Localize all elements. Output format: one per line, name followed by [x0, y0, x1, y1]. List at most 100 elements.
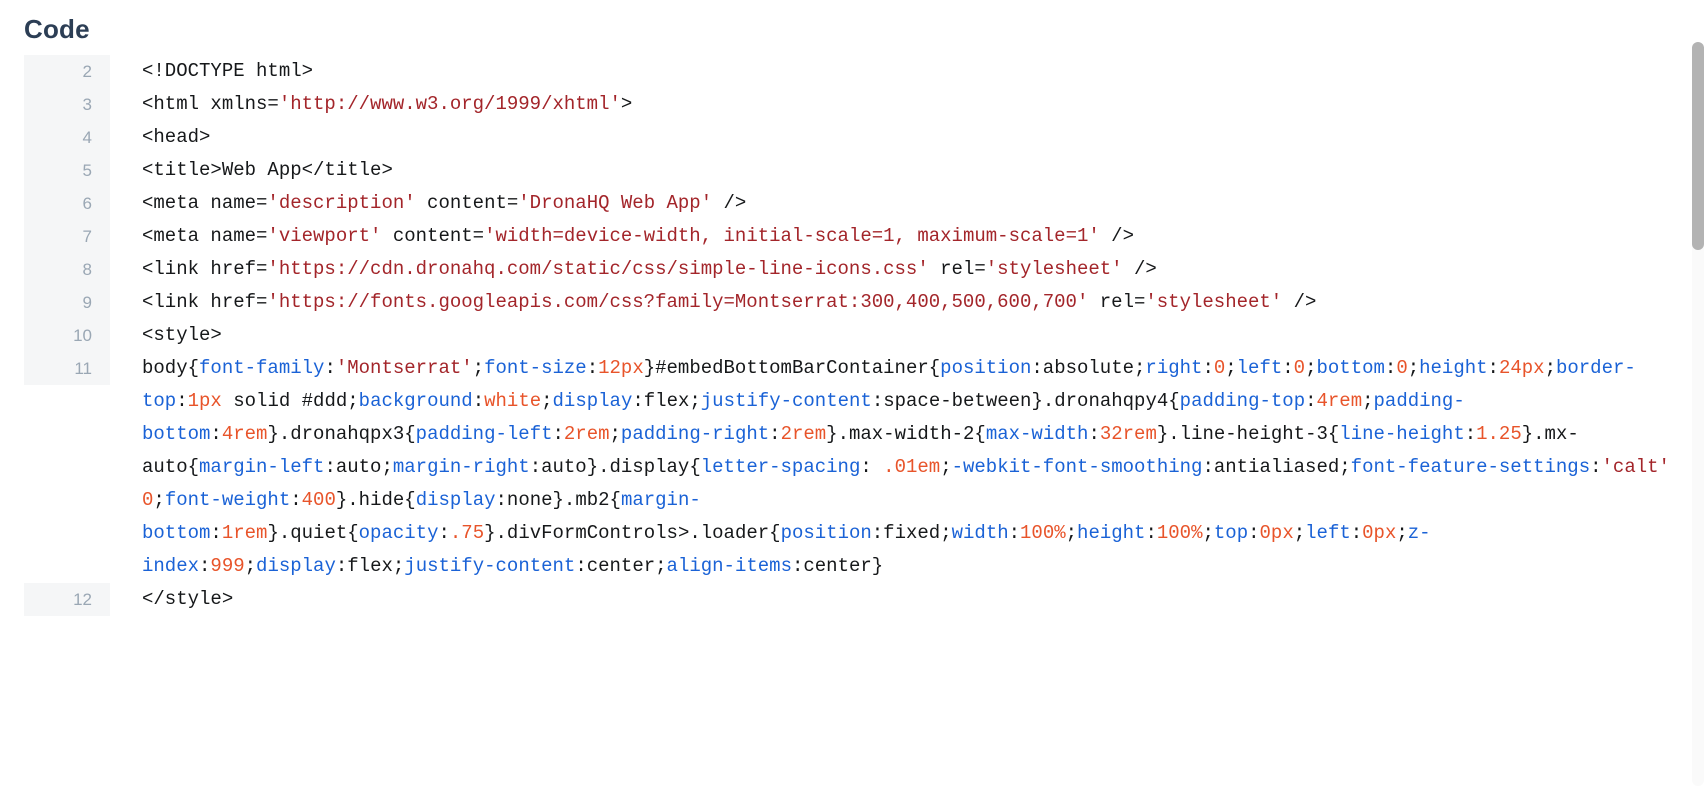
- code-line-content[interactable]: <meta name='description' content='DronaH…: [110, 187, 1708, 220]
- code-token-property: -webkit-font-smoothing: [951, 456, 1203, 479]
- code-token-plain: :: [324, 357, 336, 380]
- code-token-plain: ;: [541, 390, 553, 413]
- code-token-plain: }.hide{: [335, 489, 416, 512]
- code-line-content[interactable]: <link href='https://fonts.googleapis.com…: [110, 286, 1708, 319]
- code-token-plain: <link href=: [142, 291, 268, 314]
- code-token-plain: :flex;: [632, 390, 701, 413]
- code-line-content[interactable]: <head>: [110, 121, 1708, 154]
- code-token-number: white: [484, 390, 542, 413]
- code-token-plain: ;: [1396, 522, 1408, 545]
- code-token-plain: <title>Web App</title>: [142, 159, 393, 182]
- code-token-string: 'stylesheet': [985, 258, 1123, 281]
- code-token-number: 100%: [1020, 522, 1066, 545]
- code-token-plain: :: [586, 357, 599, 380]
- code-token-plain: :: [472, 390, 485, 413]
- code-line-content[interactable]: </style>: [110, 583, 1708, 616]
- code-token-plain: />: [1282, 291, 1317, 314]
- code-token-plain: <meta name=: [142, 192, 268, 215]
- code-token-number: 2rem: [780, 423, 827, 446]
- code-line-content[interactable]: <!DOCTYPE html>: [110, 55, 1708, 88]
- code-token-property: margin-right: [392, 456, 530, 479]
- code-token-string: 'viewport': [267, 225, 382, 248]
- code-token-plain: }.divFormControls>.loader{: [484, 522, 781, 545]
- code-token-plain: body{: [142, 357, 200, 380]
- code-line[interactable]: 5 <title>Web App</title>: [24, 154, 1708, 188]
- code-token-property: justify-content: [700, 390, 872, 413]
- code-token-plain: ;: [244, 555, 257, 578]
- line-number: 7: [24, 220, 110, 254]
- code-token-plain: :: [1008, 522, 1021, 545]
- code-line[interactable]: 7 <meta name='viewport' content='width=de…: [24, 220, 1708, 254]
- code-token-plain: <!DOCTYPE html>: [142, 60, 314, 83]
- code-token-plain: ;: [1407, 357, 1420, 380]
- code-token-string: 'calt': [1601, 456, 1670, 479]
- code-token-plain: :: [1487, 357, 1499, 380]
- code-token-property: height: [1419, 357, 1488, 380]
- code-token-plain: <style>: [142, 324, 222, 347]
- code-line[interactable]: 6 <meta name='description' content='Drona…: [24, 187, 1708, 221]
- code-token-property: bottom: [1316, 357, 1385, 380]
- code-line[interactable]: 4 <head>: [24, 121, 1708, 155]
- code-line[interactable]: 12 </style>: [24, 583, 1708, 617]
- code-token-plain: :: [1145, 522, 1157, 545]
- code-line-content[interactable]: <link href='https://cdn.dronahq.com/stat…: [110, 253, 1708, 286]
- line-number: 5: [24, 154, 110, 188]
- code-token-property: line-height: [1339, 423, 1465, 446]
- code-token-string: 'width=device-width, initial-scale=1, ma…: [484, 225, 1100, 248]
- code-token-plain: ;: [1305, 357, 1317, 380]
- code-token-property: padding-left: [415, 423, 553, 446]
- line-number: 11: [24, 352, 110, 386]
- code-line-content[interactable]: <style>: [110, 319, 1708, 352]
- code-token-property: display: [415, 489, 496, 512]
- line-number: 4: [24, 121, 110, 155]
- code-token-property: letter-spacing: [700, 456, 861, 479]
- line-number: 2: [24, 55, 110, 89]
- code-token-property: padding-right: [620, 423, 770, 446]
- code-token-number: 999: [210, 555, 245, 578]
- code-panel: Code 2 <!DOCTYPE html> 3 <html xmlns='http:…: [0, 0, 1708, 795]
- vertical-scrollbar-thumb[interactable]: [1692, 42, 1704, 250]
- code-token-plain: :auto;: [324, 456, 393, 479]
- code-token-plain: :: [290, 489, 302, 512]
- code-token-property: position: [940, 357, 1032, 380]
- code-line[interactable]: 9 <link href='https://fonts.googleapis.co…: [24, 286, 1708, 320]
- code-line[interactable]: 2 <!DOCTYPE html>: [24, 55, 1708, 89]
- code-line-content[interactable]: body{font-family:'Montserrat';font-size:…: [110, 352, 1708, 583]
- page-title: Code: [24, 14, 90, 44]
- code-token-plain: :: [1464, 423, 1477, 446]
- code-token-plain: :: [552, 423, 564, 446]
- code-editor-viewport[interactable]: 2 <!DOCTYPE html> 3 <html xmlns='http://www…: [24, 55, 1708, 795]
- code-line[interactable]: 11 body{font-family:'Montserrat';font-siz…: [24, 352, 1708, 583]
- code-token-plain: :: [1590, 456, 1602, 479]
- code-token-property: height: [1077, 522, 1146, 545]
- code-token-plain: ;: [1065, 522, 1078, 545]
- code-token-number: 0: [1293, 357, 1306, 380]
- code-token-plain: </style>: [142, 588, 234, 611]
- code-token-string: 'DronaHQ Web App': [518, 192, 713, 215]
- code-token-plain: }.line-height-3{: [1156, 423, 1340, 446]
- line-number: 9: [24, 286, 110, 320]
- code-line-content[interactable]: <html xmlns='http://www.w3.org/1999/xhtm…: [110, 88, 1708, 121]
- code-line-content[interactable]: <meta name='viewport' content='width=dev…: [110, 220, 1708, 253]
- code-token-plain: :: [1282, 357, 1294, 380]
- line-number: 6: [24, 187, 110, 221]
- code-token-plain: <meta name=: [142, 225, 268, 248]
- code-token-property: margin-left: [199, 456, 325, 479]
- code-line[interactable]: 10 <style>: [24, 319, 1708, 353]
- line-number: 10: [24, 319, 110, 353]
- code-token-plain: :space-between}.dronahqpy4{: [871, 390, 1180, 413]
- code-token-number: .01em: [883, 456, 941, 479]
- code-token-number: 0px: [1259, 522, 1294, 545]
- code-token-string: 'https://fonts.googleapis.com/css?family…: [267, 291, 1089, 314]
- code-token-plain: />: [1122, 258, 1157, 281]
- line-number: 12: [24, 583, 110, 617]
- code-line[interactable]: 8 <link href='https://cdn.dronahq.com/sta…: [24, 253, 1708, 287]
- code-token-property: display: [552, 390, 633, 413]
- code-token-plain: :: [438, 522, 450, 545]
- vertical-scrollbar-track[interactable]: [1692, 42, 1704, 786]
- code-token-plain: :: [769, 423, 781, 446]
- code-line-content[interactable]: <title>Web App</title>: [110, 154, 1708, 187]
- code-token-number: .75: [449, 522, 485, 545]
- code-line[interactable]: 3 <html xmlns='http://www.w3.org/1999/xht…: [24, 88, 1708, 122]
